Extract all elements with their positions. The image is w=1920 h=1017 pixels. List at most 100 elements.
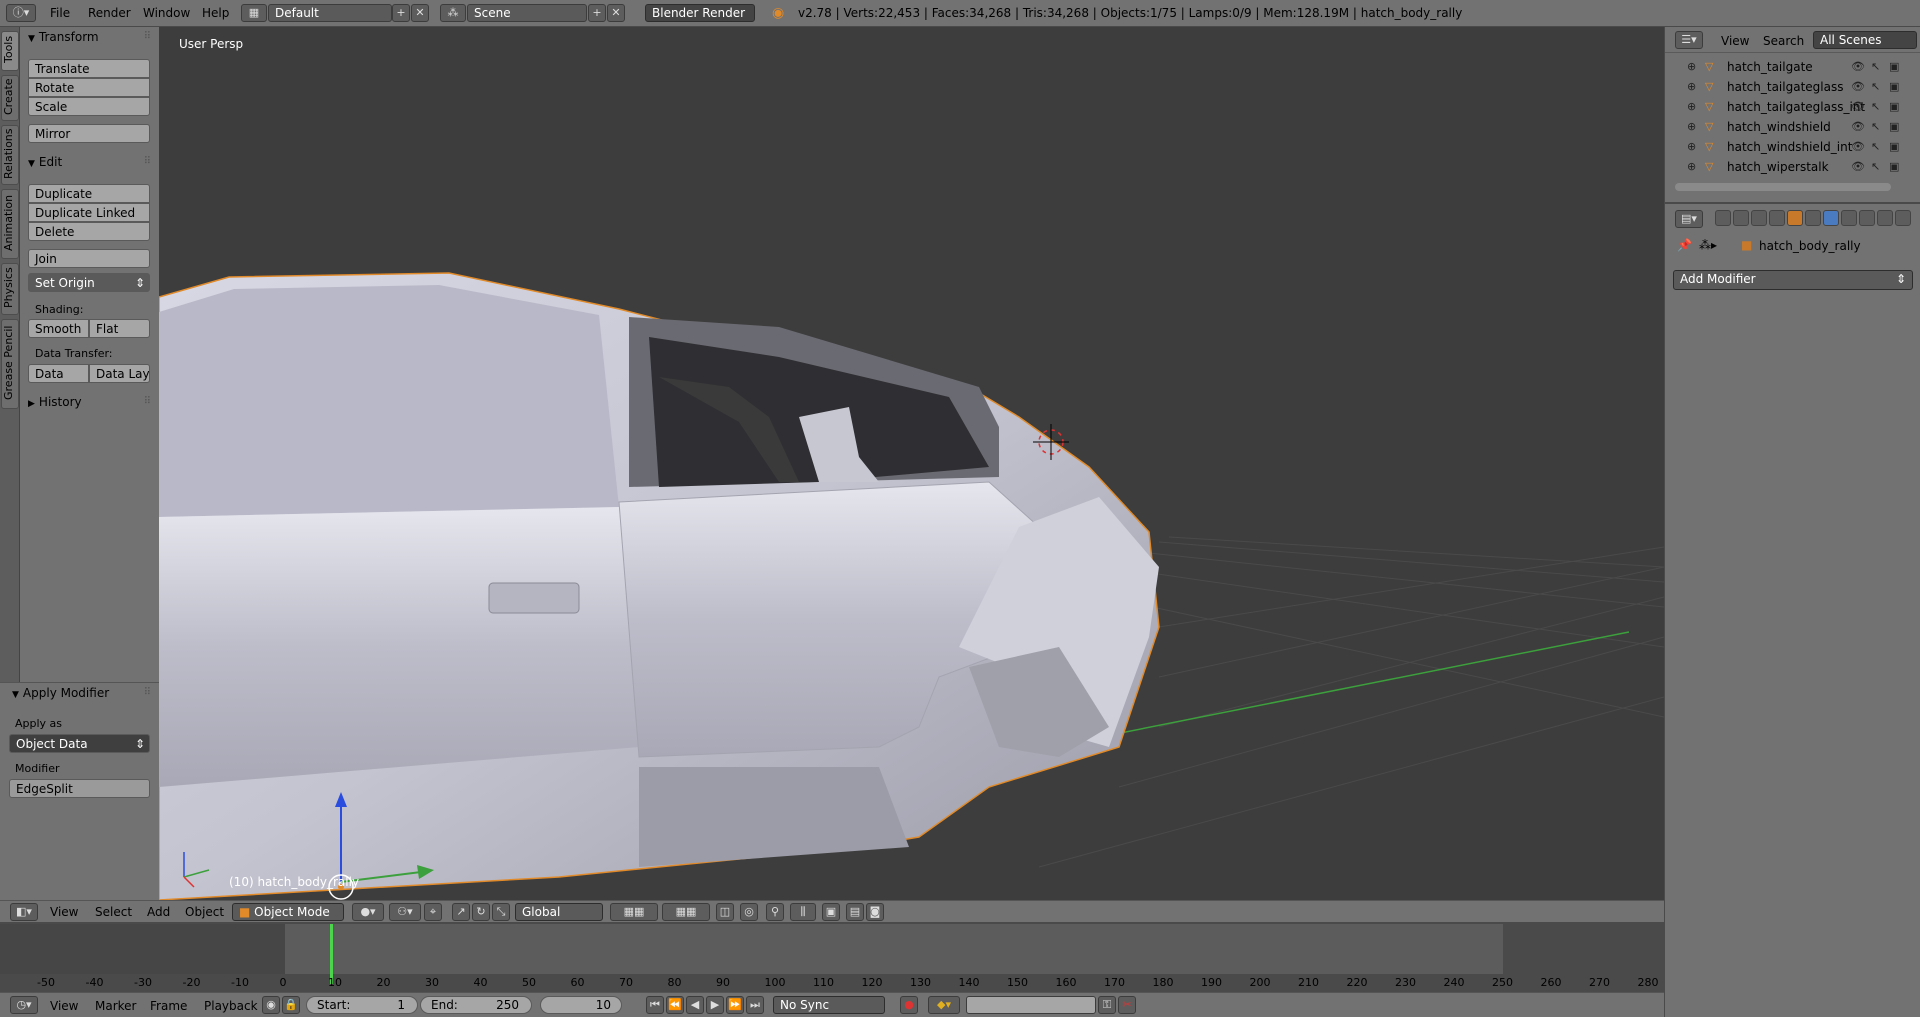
outliner-menu-search[interactable]: Search (1763, 34, 1804, 48)
start-frame-field[interactable]: Start: 1 (306, 996, 418, 1014)
render-camera-icon[interactable]: ◙ (866, 903, 884, 921)
layout-grid-icon[interactable]: ▦ (241, 4, 267, 22)
menu-select[interactable]: Select (95, 905, 132, 919)
snap-icon[interactable]: ⚲ (766, 903, 784, 921)
menu-render[interactable]: Render (88, 6, 131, 20)
drag-handle-icon[interactable]: ⠿ (144, 396, 151, 407)
transform-panel-header[interactable]: ▼ Transform (28, 30, 99, 44)
scene-field[interactable]: Scene (467, 4, 587, 22)
expand-toggle-icon[interactable]: ⊕ (1687, 120, 1696, 133)
editor-type-properties-icon[interactable]: ▤▾ (1675, 210, 1703, 228)
scene-icon[interactable]: ⁂ (440, 4, 466, 22)
editor-type-outliner-icon[interactable]: ☰▾ (1675, 31, 1703, 49)
modifiers-tab-icon[interactable] (1823, 210, 1839, 226)
outliner-row[interactable]: ⊕ ▽ hatch_tailgateglass_int 👁 ↖ ▣ (1665, 97, 1905, 117)
object-tab-icon[interactable] (1787, 210, 1803, 226)
outliner-row[interactable]: ⊕ ▽ hatch_wiperstalk 👁 ↖ ▣ (1665, 157, 1905, 177)
editor-type-info-icon[interactable]: ⓘ▾ (6, 4, 36, 22)
cursor-select-icon[interactable]: ↖ (1871, 120, 1880, 133)
current-frame-field[interactable]: 10 (540, 996, 622, 1014)
delete-keyframe-icon[interactable]: ✂ (1118, 996, 1136, 1014)
cursor-select-icon[interactable]: ↖ (1871, 60, 1880, 73)
scale-button[interactable]: Scale (28, 97, 150, 116)
data-tab-icon[interactable] (1841, 210, 1857, 226)
outliner-row[interactable]: ⊕ ▽ hatch_tailgate 👁 ↖ ▣ (1665, 57, 1905, 77)
viewport-shading-icon[interactable]: ●▾ (352, 903, 384, 921)
cursor-select-icon[interactable]: ↖ (1871, 140, 1880, 153)
orientation-select[interactable]: Global (515, 903, 603, 921)
tab-create[interactable]: Create (1, 75, 19, 121)
jump-end-icon[interactable]: ⏭ (746, 996, 764, 1014)
play-icon[interactable]: ▶ (706, 996, 724, 1014)
drag-handle-icon[interactable]: ⠿ (144, 687, 151, 698)
render-camera-icon[interactable]: ▣ (1889, 140, 1899, 153)
eye-icon[interactable]: 👁 (1851, 120, 1865, 133)
render-camera-icon[interactable]: ▣ (1889, 60, 1899, 73)
history-panel-header[interactable]: ▶ History (28, 395, 82, 409)
rotate-manipulator-icon[interactable]: ↻ (472, 903, 490, 921)
eye-icon[interactable]: 👁 (1851, 80, 1865, 93)
translate-button[interactable]: Translate (28, 59, 150, 78)
apply-as-select[interactable]: Object Data ⇕ (9, 734, 150, 753)
menu-timeline-view[interactable]: View (50, 999, 78, 1013)
editor-type-timeline-icon[interactable]: ◷▾ (10, 996, 38, 1014)
cursor-select-icon[interactable]: ↖ (1871, 100, 1880, 113)
data-button[interactable]: Data (28, 364, 89, 383)
tab-relations[interactable]: Relations (1, 125, 19, 185)
mode-select[interactable]: ■ Object Mode (232, 903, 344, 921)
car-body-mesh[interactable] (159, 272, 1160, 900)
render-engine-select[interactable]: Blender Render (645, 4, 755, 22)
pivot-point-icon[interactable]: ⚇▾ (389, 903, 421, 921)
mirror-button[interactable]: Mirror (28, 124, 150, 143)
cursor-select-icon[interactable]: ↖ (1871, 160, 1880, 173)
next-keyframe-icon[interactable]: ⏩ (726, 996, 744, 1014)
expand-toggle-icon[interactable]: ⊕ (1687, 100, 1696, 113)
drag-handle-icon[interactable]: ⠿ (144, 156, 151, 167)
pin-icon[interactable]: 📌 (1677, 238, 1692, 252)
data-layout-button[interactable]: Data Layo (89, 364, 150, 383)
preview-range-icon[interactable]: ◉ (262, 996, 280, 1014)
render-opengl-icon[interactable]: ▣ (822, 903, 840, 921)
layout-field[interactable]: Default (268, 4, 392, 22)
insert-keyframe-icon[interactable]: ⚿ (1098, 996, 1116, 1014)
record-icon[interactable]: ● (900, 996, 918, 1014)
end-frame-field[interactable]: End: 250 (420, 996, 532, 1014)
remove-scene-icon[interactable]: ✕ (607, 4, 625, 22)
menu-frame[interactable]: Frame (150, 999, 187, 1013)
physics-tab-icon[interactable] (1895, 210, 1911, 226)
render-tab-icon[interactable] (1715, 210, 1731, 226)
flat-button[interactable]: Flat (89, 319, 150, 338)
duplicate-linked-button[interactable]: Duplicate Linked (28, 203, 150, 222)
menu-add[interactable]: Add (147, 905, 170, 919)
prev-keyframe-icon[interactable]: ⏪ (666, 996, 684, 1014)
menu-object[interactable]: Object (185, 905, 224, 919)
constraints-tab-icon[interactable] (1805, 210, 1821, 226)
scene-tab-icon[interactable] (1751, 210, 1767, 226)
render-camera-icon[interactable]: ▣ (1889, 80, 1899, 93)
render-anim-icon[interactable]: ▤ (846, 903, 864, 921)
menu-window[interactable]: Window (143, 6, 190, 20)
duplicate-button[interactable]: Duplicate (28, 184, 150, 203)
current-frame-indicator[interactable] (330, 924, 333, 984)
add-modifier-select[interactable]: Add Modifier ⇕ (1673, 270, 1913, 290)
add-layout-icon[interactable]: + (392, 4, 410, 22)
tab-animation[interactable]: Animation (1, 189, 19, 259)
set-origin-select[interactable]: Set Origin ⇕ (28, 273, 150, 292)
menu-marker[interactable]: Marker (95, 999, 136, 1013)
sync-select[interactable]: No Sync (773, 996, 885, 1014)
eye-icon[interactable]: 👁 (1851, 160, 1865, 173)
snap-target-icon[interactable]: ⫼ (790, 903, 816, 921)
tab-grease-pencil[interactable]: Grease Pencil (1, 319, 19, 409)
world-tab-icon[interactable] (1769, 210, 1785, 226)
render-camera-icon[interactable]: ▣ (1889, 100, 1899, 113)
layers-grid-2-icon[interactable]: ▦▦ (662, 903, 710, 921)
keying-set-field[interactable] (966, 996, 1096, 1014)
play-reverse-icon[interactable]: ◀ (686, 996, 704, 1014)
material-tab-icon[interactable] (1859, 210, 1875, 226)
expand-toggle-icon[interactable]: ⊕ (1687, 140, 1696, 153)
expand-toggle-icon[interactable]: ⊕ (1687, 60, 1696, 73)
layers-grid-icon[interactable]: ▦▦ (610, 903, 658, 921)
tab-tools[interactable]: Tools (1, 31, 19, 71)
smooth-button[interactable]: Smooth (28, 319, 89, 338)
jump-start-icon[interactable]: ⏮ (646, 996, 664, 1014)
